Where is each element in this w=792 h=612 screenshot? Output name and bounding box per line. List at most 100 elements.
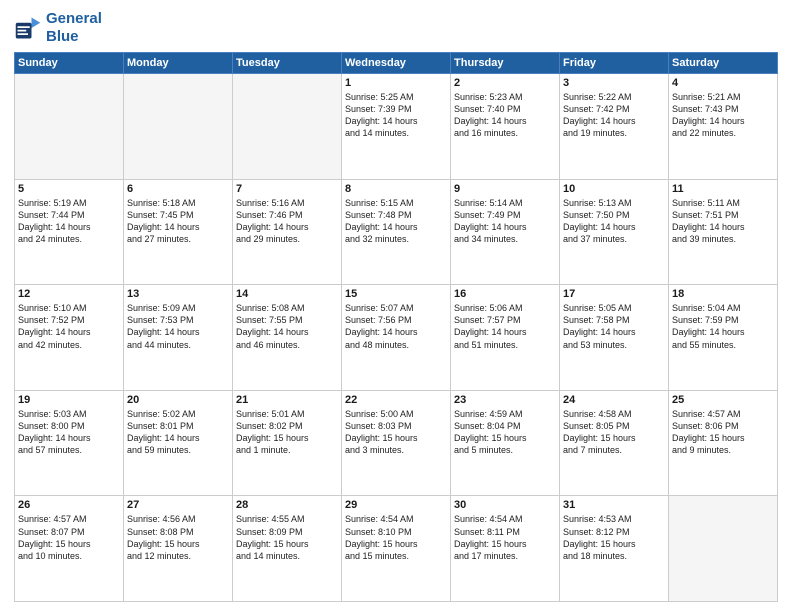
calendar-cell: 2 Sunrise: 5:23 AM Sunset: 7:40 PM Daylig… <box>451 74 560 180</box>
calendar-cell: 13 Sunrise: 5:09 AM Sunset: 7:53 PM Dayli… <box>124 285 233 391</box>
calendar-cell: 27 Sunrise: 4:56 AM Sunset: 8:08 PM Dayli… <box>124 496 233 602</box>
day-number: 11 <box>672 183 774 195</box>
calendar-cell: 6 Sunrise: 5:18 AM Sunset: 7:45 PM Daylig… <box>124 179 233 285</box>
day-number: 15 <box>345 288 447 300</box>
day-number: 16 <box>454 288 556 300</box>
day-number: 6 <box>127 183 229 195</box>
calendar-cell: 3Sunrise: 5:22 AM Sunset: 7:42 PM Daylig… <box>560 74 669 180</box>
page: General Blue Sunday Monday Tuesday Wedne… <box>0 0 792 612</box>
col-monday: Monday <box>124 53 233 74</box>
calendar-cell: 18Sunrise: 5:04 AM Sunset: 7:59 PM Dayli… <box>669 285 778 391</box>
day-number: 13 <box>127 288 229 300</box>
day-number: 12 <box>18 288 120 300</box>
day-info: Sunrise: 5:03 AM Sunset: 8:00 PM Dayligh… <box>18 408 120 457</box>
day-number: 4 <box>672 77 774 89</box>
calendar-cell: 14 Sunrise: 5:08 AM Sunset: 7:55 PM Dayli… <box>233 285 342 391</box>
day-number: 10 <box>563 183 665 195</box>
calendar-cell: 15 Sunrise: 5:07 AM Sunset: 7:56 PM Dayli… <box>342 285 451 391</box>
calendar-cell: 11 Sunrise: 5:11 AM Sunset: 7:51 PM Dayli… <box>669 179 778 285</box>
day-info: Sunrise: 4:54 AM Sunset: 8:11 PM Dayligh… <box>454 513 556 562</box>
day-number: 17 <box>563 288 665 300</box>
calendar-cell: 22 Sunrise: 5:00 AM Sunset: 8:03 PM Dayli… <box>342 390 451 496</box>
col-sunday: Sunday <box>15 53 124 74</box>
day-info: Sunrise: 4:54 AM Sunset: 8:10 PM Dayligh… <box>345 513 447 562</box>
calendar-cell: 24 Sunrise: 4:58 AM Sunset: 8:05 PM Dayli… <box>560 390 669 496</box>
day-number: 23 <box>454 394 556 406</box>
calendar-cell <box>15 74 124 180</box>
day-info: Sunrise: 4:56 AM Sunset: 8:08 PM Dayligh… <box>127 513 229 562</box>
day-info: Sunrise: 4:53 AM Sunset: 8:12 PM Dayligh… <box>563 513 665 562</box>
day-number: 28 <box>236 499 338 511</box>
calendar-cell: 23Sunrise: 4:59 AM Sunset: 8:04 PM Dayli… <box>451 390 560 496</box>
calendar: Sunday Monday Tuesday Wednesday Thursday… <box>14 52 778 602</box>
day-number: 20 <box>127 394 229 406</box>
calendar-cell: 4 Sunrise: 5:21 AM Sunset: 7:43 PM Daylig… <box>669 74 778 180</box>
day-info: Sunrise: 5:10 AM Sunset: 7:52 PM Dayligh… <box>18 302 120 351</box>
day-number: 22 <box>345 394 447 406</box>
day-info: Sunrise: 5:06 AM Sunset: 7:57 PM Dayligh… <box>454 302 556 351</box>
weekday-header-row: Sunday Monday Tuesday Wednesday Thursday… <box>15 53 778 74</box>
day-number: 24 <box>563 394 665 406</box>
day-info: Sunrise: 5:21 AM Sunset: 7:43 PM Dayligh… <box>672 91 774 140</box>
calendar-cell: 12 Sunrise: 5:10 AM Sunset: 7:52 PM Dayli… <box>15 285 124 391</box>
col-thursday: Thursday <box>451 53 560 74</box>
calendar-cell: 25 Sunrise: 4:57 AM Sunset: 8:06 PM Dayli… <box>669 390 778 496</box>
day-info: Sunrise: 5:07 AM Sunset: 7:56 PM Dayligh… <box>345 302 447 351</box>
calendar-cell: 17 Sunrise: 5:05 AM Sunset: 7:58 PM Dayli… <box>560 285 669 391</box>
day-info: Sunrise: 5:09 AM Sunset: 7:53 PM Dayligh… <box>127 302 229 351</box>
day-number: 27 <box>127 499 229 511</box>
day-info: Sunrise: 5:11 AM Sunset: 7:51 PM Dayligh… <box>672 197 774 246</box>
calendar-cell: 19 Sunrise: 5:03 AM Sunset: 8:00 PM Dayli… <box>15 390 124 496</box>
day-info: Sunrise: 5:00 AM Sunset: 8:03 PM Dayligh… <box>345 408 447 457</box>
calendar-cell: 30 Sunrise: 4:54 AM Sunset: 8:11 PM Dayli… <box>451 496 560 602</box>
calendar-cell: 16 Sunrise: 5:06 AM Sunset: 7:57 PM Dayli… <box>451 285 560 391</box>
day-number: 8 <box>345 183 447 195</box>
calendar-cell <box>124 74 233 180</box>
col-tuesday: Tuesday <box>233 53 342 74</box>
col-saturday: Saturday <box>669 53 778 74</box>
calendar-cell <box>233 74 342 180</box>
day-number: 9 <box>454 183 556 195</box>
day-info: Sunrise: 5:05 AM Sunset: 7:58 PM Dayligh… <box>563 302 665 351</box>
day-number: 1 <box>345 77 447 89</box>
day-number: 19 <box>18 394 120 406</box>
calendar-cell: 5 Sunrise: 5:19 AM Sunset: 7:44 PM Daylig… <box>15 179 124 285</box>
header: General Blue <box>14 10 778 46</box>
day-info: Sunrise: 5:25 AM Sunset: 7:39 PM Dayligh… <box>345 91 447 140</box>
calendar-cell: 1 Sunrise: 5:25 AM Sunset: 7:39 PM Daylig… <box>342 74 451 180</box>
day-number: 2 <box>454 77 556 89</box>
day-number: 7 <box>236 183 338 195</box>
day-info: Sunrise: 4:57 AM Sunset: 8:07 PM Dayligh… <box>18 513 120 562</box>
day-number: 30 <box>454 499 556 511</box>
day-number: 29 <box>345 499 447 511</box>
day-info: Sunrise: 5:19 AM Sunset: 7:44 PM Dayligh… <box>18 197 120 246</box>
day-info: Sunrise: 5:01 AM Sunset: 8:02 PM Dayligh… <box>236 408 338 457</box>
day-info: Sunrise: 5:18 AM Sunset: 7:45 PM Dayligh… <box>127 197 229 246</box>
col-friday: Friday <box>560 53 669 74</box>
day-info: Sunrise: 5:14 AM Sunset: 7:49 PM Dayligh… <box>454 197 556 246</box>
day-info: Sunrise: 4:57 AM Sunset: 8:06 PM Dayligh… <box>672 408 774 457</box>
day-info: Sunrise: 5:02 AM Sunset: 8:01 PM Dayligh… <box>127 408 229 457</box>
day-number: 3 <box>563 77 665 89</box>
calendar-cell: 21Sunrise: 5:01 AM Sunset: 8:02 PM Dayli… <box>233 390 342 496</box>
logo-text: General Blue <box>46 10 102 46</box>
day-number: 31 <box>563 499 665 511</box>
day-number: 18 <box>672 288 774 300</box>
day-number: 26 <box>18 499 120 511</box>
day-info: Sunrise: 4:58 AM Sunset: 8:05 PM Dayligh… <box>563 408 665 457</box>
day-number: 5 <box>18 183 120 195</box>
logo-icon <box>14 14 42 42</box>
day-number: 14 <box>236 288 338 300</box>
calendar-cell: 29 Sunrise: 4:54 AM Sunset: 8:10 PM Dayli… <box>342 496 451 602</box>
calendar-cell: 10Sunrise: 5:13 AM Sunset: 7:50 PM Dayli… <box>560 179 669 285</box>
calendar-cell: 20 Sunrise: 5:02 AM Sunset: 8:01 PM Dayli… <box>124 390 233 496</box>
day-info: Sunrise: 5:16 AM Sunset: 7:46 PM Dayligh… <box>236 197 338 246</box>
calendar-cell: 28 Sunrise: 4:55 AM Sunset: 8:09 PM Dayli… <box>233 496 342 602</box>
day-info: Sunrise: 5:23 AM Sunset: 7:40 PM Dayligh… <box>454 91 556 140</box>
day-info: Sunrise: 4:55 AM Sunset: 8:09 PM Dayligh… <box>236 513 338 562</box>
calendar-cell <box>669 496 778 602</box>
day-info: Sunrise: 5:08 AM Sunset: 7:55 PM Dayligh… <box>236 302 338 351</box>
day-number: 25 <box>672 394 774 406</box>
calendar-cell: 31 Sunrise: 4:53 AM Sunset: 8:12 PM Dayli… <box>560 496 669 602</box>
calendar-cell: 9 Sunrise: 5:14 AM Sunset: 7:49 PM Daylig… <box>451 179 560 285</box>
